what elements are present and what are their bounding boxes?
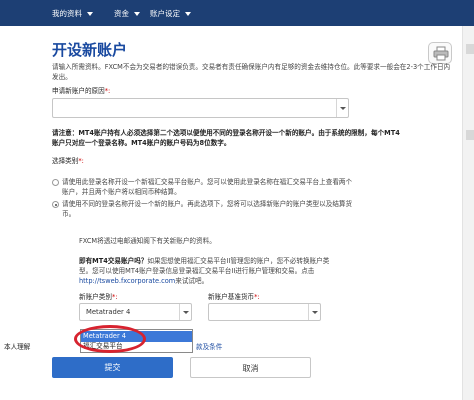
right-sidebar	[462, 26, 474, 400]
required-mark: *:	[254, 293, 260, 301]
nav-account-settings[interactable]: 账户设定	[150, 8, 191, 19]
nav-funds-label: 资金	[114, 9, 129, 18]
radio-same-login[interactable]	[52, 179, 59, 186]
base-currency-label: 新账户基准货币*:	[208, 292, 260, 302]
nav-account-settings-label: 账户设定	[150, 9, 180, 18]
intro-text: 请输入所需资料。FXCM不会为交易者的错误负责。交易者有责任确保账户内有足够的资…	[52, 63, 451, 81]
terms-prefix: 本人理解	[4, 343, 31, 351]
required-mark: *:	[111, 293, 118, 301]
chevron-down-icon	[134, 12, 140, 16]
option-same-login-label: 请使用此登录名称开设一个新福汇交易平台账户。您可以使用此登录名称在福汇交易平台上…	[62, 178, 353, 196]
reason-select[interactable]	[52, 98, 349, 118]
nav-funds[interactable]: 资金	[114, 8, 140, 19]
reason-label: 申请新账户的原因*:	[52, 86, 110, 96]
chevron-down-icon	[185, 12, 191, 16]
select-type-label-text: 选择类别	[52, 157, 79, 165]
base-currency-select[interactable]	[208, 303, 321, 321]
sidebar-tab[interactable]	[466, 44, 474, 54]
select-type-label: 选择类别*:	[52, 156, 84, 166]
email-notice: FXCM将透过电邮通知阁下有关新账户的资料。	[79, 237, 216, 245]
chevron-down-icon	[87, 12, 93, 16]
chevron-down-icon	[179, 304, 191, 320]
page-title: 开设新账户	[52, 41, 128, 59]
sidebar-tab[interactable]	[466, 130, 474, 140]
print-button[interactable]	[428, 42, 452, 64]
base-currency-label-text: 新账户基准货币	[208, 293, 255, 301]
account-type-select-value: Metatrader 4	[86, 308, 131, 316]
required-mark: *:	[78, 157, 84, 165]
top-nav-bar: 我的资料 资金 账户设定	[0, 0, 474, 26]
required-mark: *:	[104, 87, 111, 95]
terms-link[interactable]: 款及条件	[196, 342, 222, 352]
chevron-down-icon	[336, 99, 348, 117]
printer-icon	[433, 46, 449, 61]
nav-my-profile-label: 我的资料	[52, 9, 82, 18]
account-type-label-text: 新账户类别	[79, 293, 112, 301]
mt4-info-paragraph: 即有MT4交易账户吗？如果您想使用福汇交易平台II管理您的账户，您不必转换账户类…	[79, 256, 341, 286]
mt4-question: 即有MT4交易账户吗？	[79, 257, 148, 265]
cancel-button[interactable]: 取消	[190, 357, 311, 378]
option-different-login-label: 请使用不同的登录名称开设一个新的账户。再此选项下，您将可以选择新账户的账户类型以…	[62, 200, 353, 218]
radio-different-login[interactable]	[52, 201, 59, 208]
annotation-circle	[74, 325, 146, 353]
account-type-select[interactable]: Metatrader 4	[79, 303, 192, 321]
account-type-label: 新账户类别*:	[79, 292, 118, 302]
mt4-note: 请注意：MT4账户持有人必须选择第二个选项以便使用不同的登录名称开设一个新的账户…	[52, 129, 400, 147]
mt4-info-suffix: 来试试吧。	[175, 277, 209, 285]
tsweb-link[interactable]: http://tsweb.fxcorporate.com	[79, 277, 175, 285]
chevron-down-icon	[308, 304, 320, 320]
submit-button[interactable]: 提交	[52, 357, 173, 378]
nav-my-profile[interactable]: 我的资料	[52, 8, 93, 19]
reason-label-text: 申请新账户的原因	[52, 87, 105, 95]
